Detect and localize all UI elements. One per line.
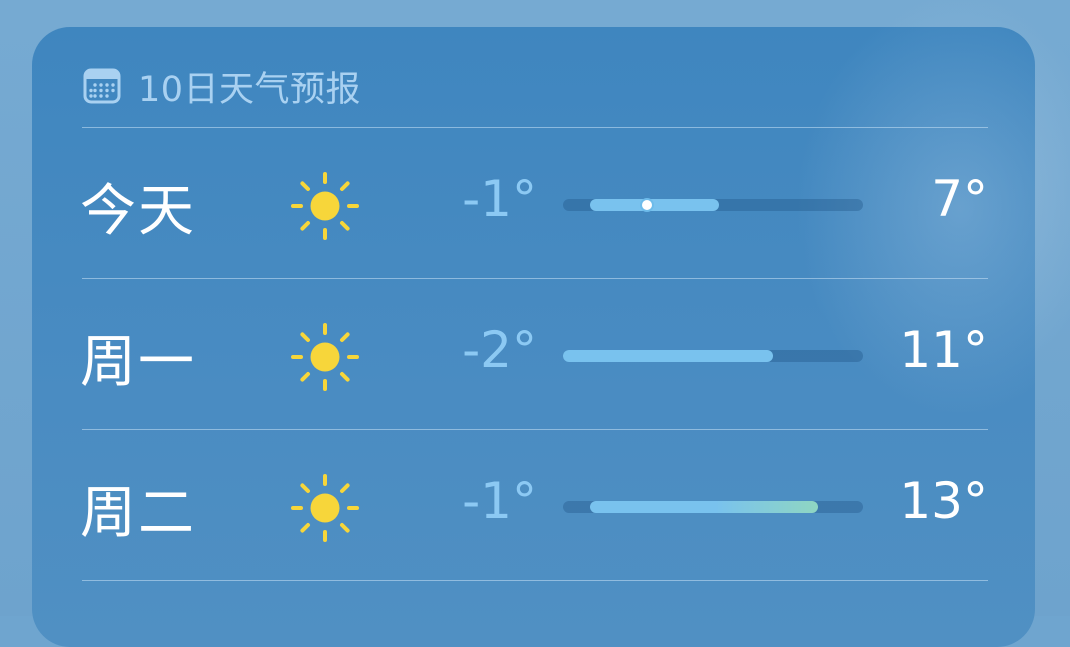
- day-label: 周二: [80, 481, 196, 546]
- sun-icon: [291, 172, 359, 240]
- temperature-range-bar: [563, 199, 863, 211]
- temperature-range-fill: [590, 199, 719, 211]
- high-temperature: 13°: [899, 472, 988, 530]
- temperature-range-fill: [590, 501, 818, 513]
- low-temperature: -1°: [462, 170, 537, 228]
- temperature-range-fill: [563, 350, 773, 362]
- temperature-range-bar: [563, 350, 863, 362]
- high-temperature: 7°: [931, 170, 988, 228]
- row-divider: [82, 580, 988, 581]
- sun-icon: [291, 323, 359, 391]
- ten-day-forecast-card[interactable]: 10日天气预报 今天 -1° 7° 周一 -2° 11° 周二 -1° 13°: [32, 27, 1035, 647]
- sun-icon: [291, 474, 359, 542]
- low-temperature: -2°: [462, 321, 537, 379]
- temperature-range-bar: [563, 501, 863, 513]
- day-label: 今天: [80, 179, 196, 244]
- high-temperature: 11°: [899, 321, 988, 379]
- low-temperature: -1°: [462, 472, 537, 530]
- forecast-row-today[interactable]: 今天 -1° 7°: [32, 128, 1035, 279]
- calendar-icon: [83, 68, 121, 104]
- forecast-title: 10日天气预报: [138, 69, 362, 110]
- forecast-row-monday[interactable]: 周一 -2° 11°: [32, 279, 1035, 430]
- forecast-row-tuesday[interactable]: 周二 -1° 13°: [32, 430, 1035, 581]
- day-label: 周一: [80, 330, 196, 395]
- current-temperature-marker: [642, 200, 652, 210]
- forecast-header: 10日天气预报: [82, 64, 361, 110]
